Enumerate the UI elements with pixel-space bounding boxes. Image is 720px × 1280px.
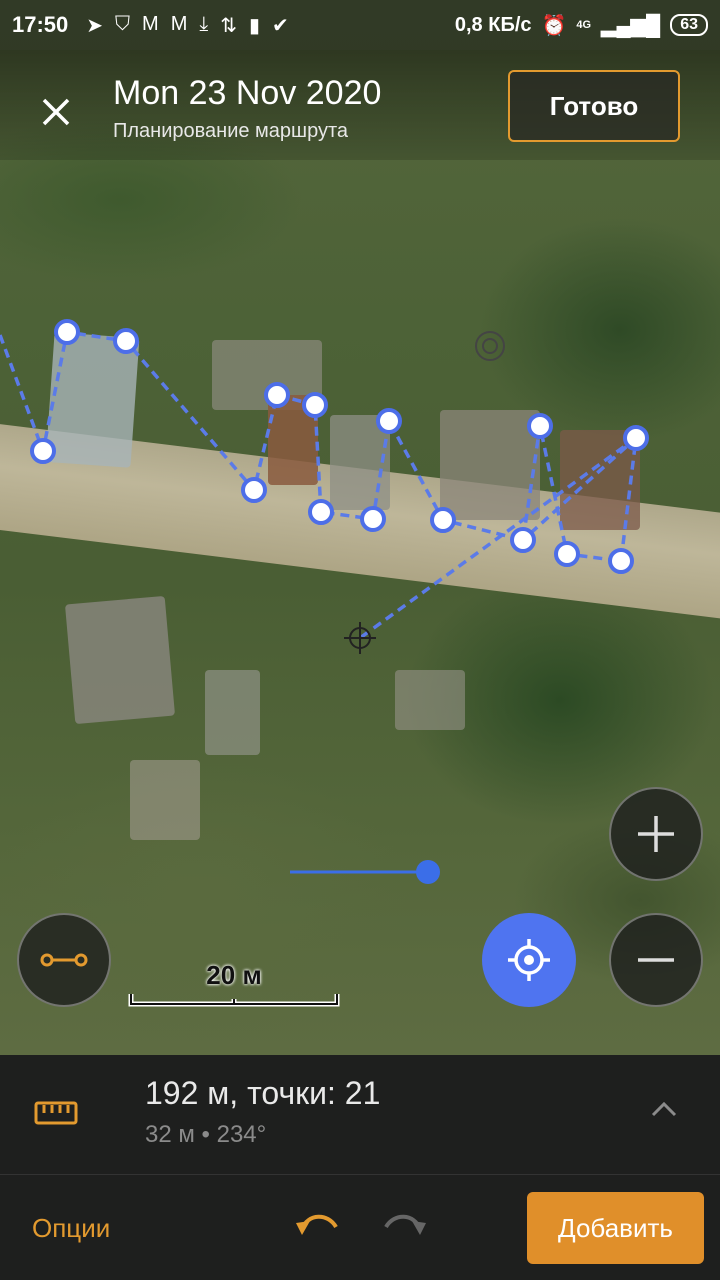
route-points (30, 319, 649, 574)
status-right: 0,8 КБ/с ⏰ 4G ▂▄▆█ 63 (455, 13, 708, 38)
route-point[interactable] (54, 319, 80, 345)
header: Mon 23 Nov 2020 Планирование маршрута Го… (0, 50, 720, 160)
shield-icon: ⛉ (115, 12, 131, 35)
scale-bar (128, 994, 340, 1007)
route-point[interactable] (360, 506, 386, 532)
notification-icons: ➤ ⛉ M M ⤓ ⇅ ▮ ✔ (86, 13, 289, 38)
route-icon: ⇅ (220, 14, 237, 37)
gmail-icon: M (142, 12, 159, 35)
battery-level: 63 (670, 14, 708, 36)
signal-icon: ▂▄▆█ (601, 14, 661, 37)
close-button[interactable] (30, 86, 82, 138)
check-icon: ✔ (272, 14, 289, 37)
my-location-button[interactable] (482, 913, 576, 1007)
status-time: 17:50 (12, 12, 69, 37)
route-panel: 192 м, точки: 21 32 м • 234° Опции Добав… (0, 1055, 720, 1280)
network-type: 4G (576, 19, 592, 31)
measure-distance-icon (40, 953, 88, 967)
done-button[interactable]: Готово (508, 70, 680, 142)
download-icon: ⤓ (199, 12, 209, 35)
zoom-in-button[interactable] (609, 787, 703, 881)
route-point[interactable] (308, 499, 334, 525)
route-point[interactable] (608, 548, 634, 574)
scale-label: 20 м (206, 960, 262, 990)
ruler-icon (34, 1101, 78, 1125)
my-location-icon (508, 939, 550, 981)
route-point[interactable] (113, 328, 139, 354)
route-point[interactable] (510, 527, 536, 553)
zoom-out-button[interactable] (609, 913, 703, 1007)
telegram-icon: ➤ (86, 14, 104, 37)
map-target-icon (475, 331, 505, 361)
trash-icon: ▮ (249, 14, 261, 37)
route-point[interactable] (241, 477, 267, 503)
route-point[interactable] (623, 425, 649, 451)
route-point[interactable] (527, 413, 553, 439)
route-point[interactable] (264, 382, 290, 408)
network-speed: 0,8 КБ/с (454, 13, 532, 36)
route-point[interactable] (30, 438, 56, 464)
route-point[interactable] (376, 408, 402, 434)
direction-line (290, 860, 440, 884)
action-bar: Опции Добавить (0, 1175, 720, 1280)
options-button[interactable]: Опции (32, 1213, 110, 1244)
route-point[interactable] (430, 507, 456, 533)
redo-icon[interactable] (380, 1207, 428, 1243)
route-summary[interactable]: 192 м, точки: 21 32 м • 234° (0, 1055, 720, 1175)
page-title: Mon 23 Nov 2020 (113, 74, 382, 112)
undo-icon[interactable] (294, 1207, 342, 1243)
plus-icon (638, 816, 674, 852)
status-bar: 17:50 ➤ ⛉ M M ⤓ ⇅ ▮ ✔ 0,8 КБ/с ⏰ 4G ▂▄▆█… (0, 0, 720, 50)
route-point[interactable] (302, 392, 328, 418)
page-subtitle: Планирование маршрута (113, 120, 349, 142)
close-icon (42, 98, 70, 126)
add-button[interactable]: Добавить (527, 1192, 704, 1264)
route-distance-points: 192 м, точки: 21 (145, 1075, 381, 1111)
segment-info: 32 м • 234° (145, 1121, 267, 1148)
minus-icon (638, 958, 674, 962)
route-point[interactable] (554, 541, 580, 567)
map-scale: 20 м (128, 960, 340, 1010)
gmail-icon: M (170, 12, 188, 35)
crosshair-icon (344, 622, 376, 654)
alarm-icon: ⏰ (541, 14, 567, 37)
measure-mode-button[interactable] (17, 913, 111, 1007)
chevron-up-icon[interactable] (648, 1099, 680, 1119)
